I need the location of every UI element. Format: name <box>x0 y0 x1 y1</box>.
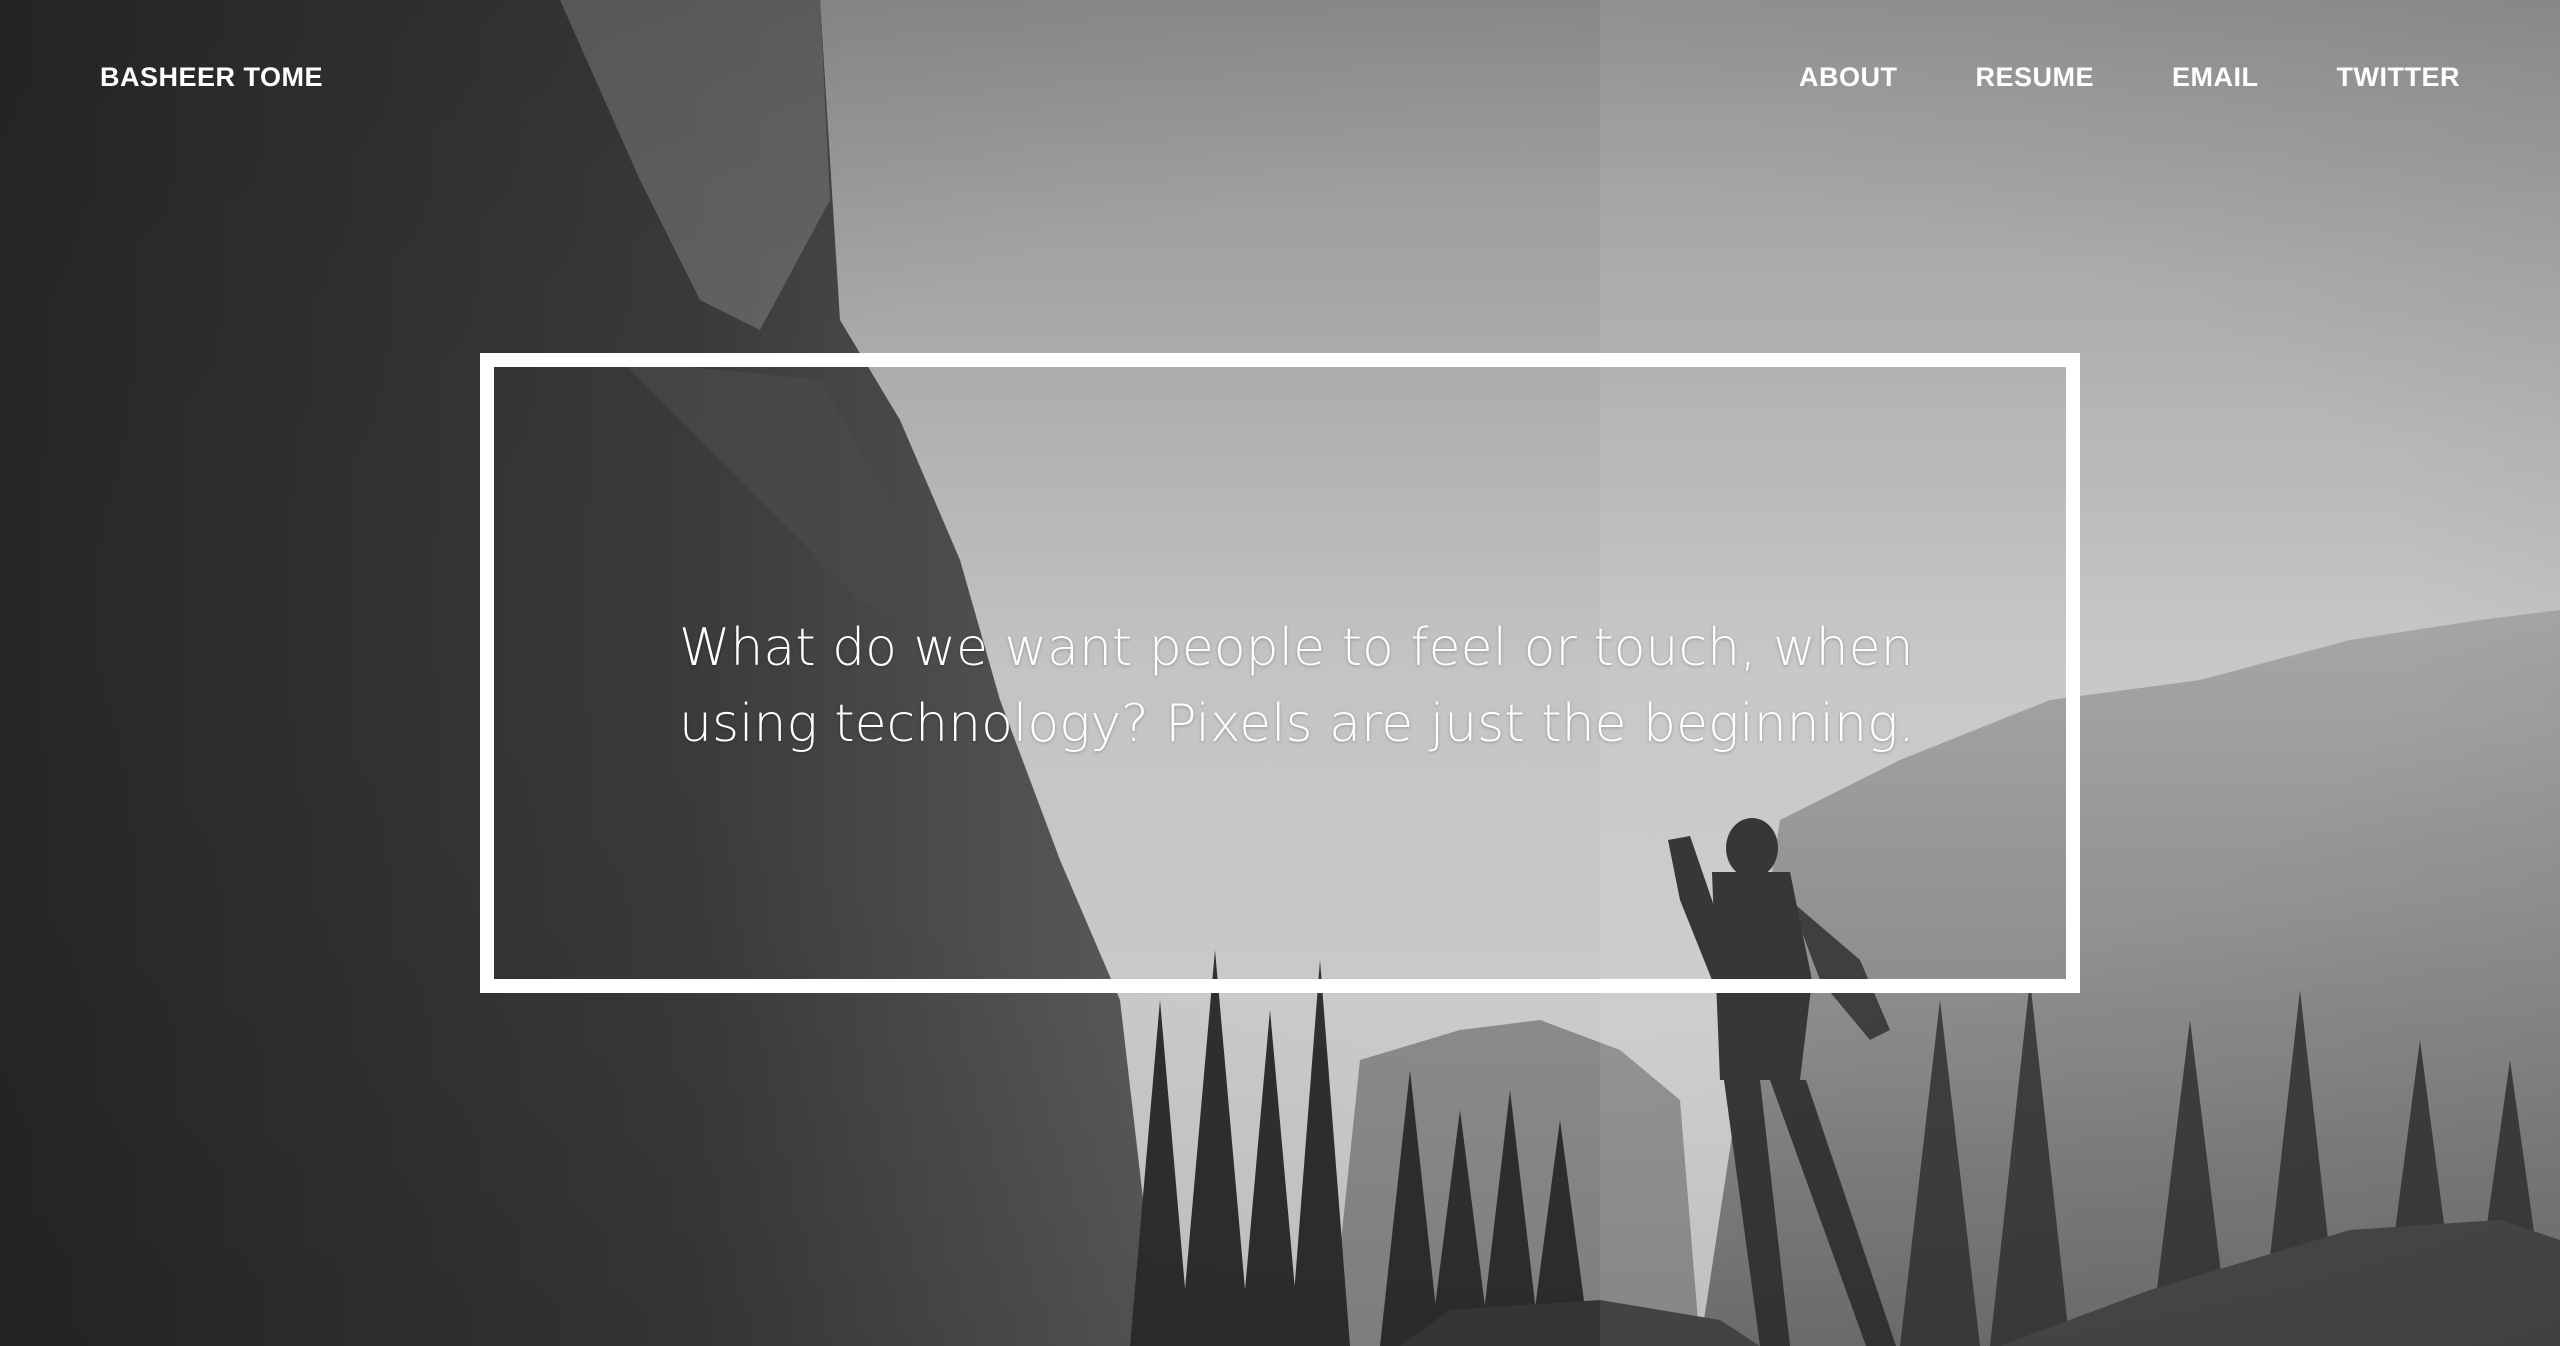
nav-link-about[interactable]: ABOUT <box>1799 62 1898 93</box>
nav-link-twitter[interactable]: TWITTER <box>2337 62 2460 93</box>
nav-link-resume[interactable]: RESUME <box>1976 62 2095 93</box>
page: BASHEER TOME ABOUT RESUME EMAIL TWITTER … <box>0 0 2560 1346</box>
hero-tagline: What do we want people to feel or touch,… <box>679 618 1915 754</box>
site-header: BASHEER TOME ABOUT RESUME EMAIL TWITTER <box>0 0 2560 160</box>
nav-link-email[interactable]: EMAIL <box>2172 62 2259 93</box>
tagline-container: What do we want people to feel or touch,… <box>494 367 2066 979</box>
tagline-frame: What do we want people to feel or touch,… <box>480 353 2080 993</box>
main-nav: ABOUT RESUME EMAIL TWITTER <box>1799 62 2460 93</box>
brand-logo-link[interactable]: BASHEER TOME <box>100 62 323 93</box>
